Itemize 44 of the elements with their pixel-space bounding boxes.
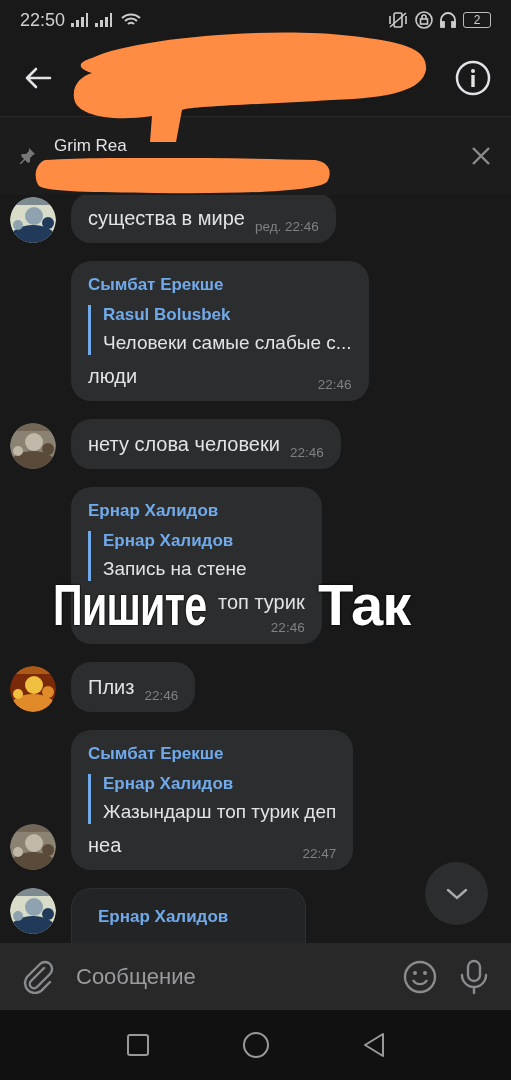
message-time: 22:46 xyxy=(270,620,305,635)
message-text: нету слова человеки xyxy=(88,432,280,457)
message-text: Плиз xyxy=(88,675,135,700)
back-icon[interactable] xyxy=(362,1032,385,1058)
close-icon[interactable] xyxy=(471,146,491,166)
smiley-icon[interactable] xyxy=(403,959,437,994)
message-text: существа в мире xyxy=(88,206,245,231)
caption-text: Так xyxy=(318,582,411,628)
microphone-icon[interactable] xyxy=(459,958,489,995)
sender-name[interactable]: Ернар Халидов xyxy=(98,907,288,927)
chevron-down-icon xyxy=(445,887,468,900)
battery-level: 2 xyxy=(463,12,491,28)
pinned-message-text[interactable]: Grim Rea xyxy=(54,136,453,156)
sender-name[interactable]: Ернар Халидов xyxy=(88,501,305,521)
quoted-sender: Ернар Халидов xyxy=(103,774,235,794)
paperclip-icon[interactable] xyxy=(22,959,54,994)
reply-quote[interactable]: Ернар Халидов Запись на стене xyxy=(88,531,305,581)
vibrate-icon xyxy=(387,12,409,28)
info-icon[interactable] xyxy=(455,60,491,96)
message-text: топ турик xyxy=(218,590,305,615)
message-text: неа xyxy=(88,833,122,858)
quoted-sender: Ернар Халидов xyxy=(103,531,235,551)
back-arrow-icon[interactable] xyxy=(24,66,52,90)
sender-name[interactable]: Сымбат Ерекше xyxy=(88,275,352,295)
recent-apps-icon[interactable] xyxy=(126,1034,149,1056)
quoted-text: Человеки самые слабые с... xyxy=(103,331,352,355)
home-icon[interactable] xyxy=(241,1031,270,1059)
lock-icon xyxy=(415,11,433,29)
message-time: 22:46 xyxy=(289,445,324,460)
quoted-sender: Rasul Bolusbek xyxy=(103,305,232,325)
message-time: 22:47 xyxy=(302,846,337,861)
message-time: 22:46 xyxy=(317,377,352,392)
headphones-icon xyxy=(439,11,457,29)
reply-quote[interactable]: Rasul Bolusbek Человеки самые слабые с... xyxy=(88,305,352,355)
sender-name[interactable]: Сымбат Ерекше xyxy=(88,744,337,764)
message-text: люди xyxy=(88,364,138,389)
quoted-text: Жазындарш топ турик деп xyxy=(103,800,337,824)
caption-text: Пишите xyxy=(53,582,207,628)
status-time: 22:50 xyxy=(20,9,66,31)
reply-quote[interactable]: Ернар Халидов Жазындарш топ турик деп xyxy=(88,774,337,824)
quoted-text: Запись на стене xyxy=(103,557,248,581)
message-time: 22:46 xyxy=(144,688,179,703)
pin-icon xyxy=(18,147,36,165)
message-time: ред. 22:46 xyxy=(254,219,319,234)
